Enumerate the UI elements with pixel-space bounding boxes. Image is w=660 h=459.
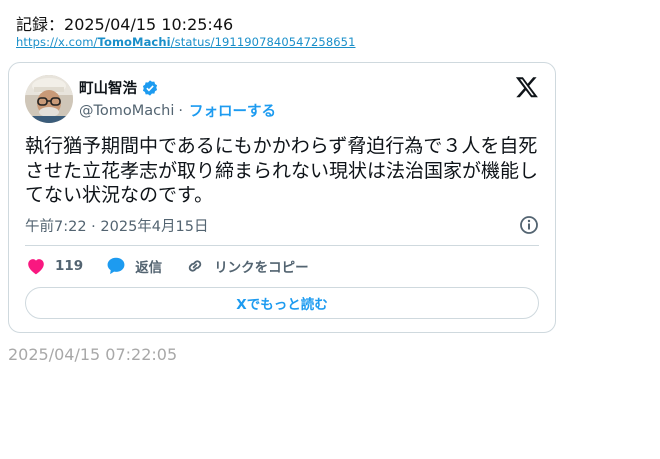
url-user: TomoMachi [97,35,171,49]
tweet-url-link[interactable]: https://x.com/TomoMachi/status/191190784… [16,35,356,49]
reply-bubble-icon [107,257,125,275]
x-logo-icon[interactable] [515,75,539,99]
tweet-card: 町山智浩 @TomoMachi · フォローする 執行猶予期間中であるにもかかわ… [8,62,556,333]
record-datetime: 2025/04/15 10:25:46 [64,15,234,34]
record-line: 記録：2025/04/15 10:25:46 [16,11,233,35]
avatar[interactable] [25,75,73,123]
handle-separator: · [178,102,183,119]
tweet-time: 午前7:22 [25,219,87,235]
copy-link-button[interactable]: リンクをコピー [184,255,309,277]
copy-link-label: リンクをコピー [214,260,309,276]
record-label: 記録： [16,15,65,34]
info-icon[interactable] [519,215,539,235]
read-more-button[interactable]: Xでもっと読む [25,287,539,319]
handle[interactable]: @TomoMachi [79,103,174,119]
url-suffix: /status/1911907840547258651 [170,35,356,49]
divider [25,245,539,246]
reply-label: 返信 [135,260,163,276]
follow-button[interactable]: フォローする [189,100,276,121]
tweet-text: 執行猶予期間中であるにもかかわらず脅迫行為で３人を自死させた立花孝志が取り締まら… [25,135,539,206]
display-name[interactable]: 町山智浩 [79,77,137,98]
meta-separator: · [91,219,96,235]
reply-button[interactable]: 返信 [105,255,162,277]
url-prefix: https://x.com/ [16,35,98,49]
link-icon [188,260,202,272]
author-name-row[interactable]: 町山智浩 [79,77,159,98]
like-count: 119 [55,258,84,274]
verified-badge-icon [142,79,158,96]
handle-row: @TomoMachi · フォローする [79,100,276,121]
tweet-date: 2025年4月15日 [100,219,209,235]
footer-timestamp: 2025/04/15 07:22:05 [8,345,178,364]
action-bar: 119 返信 リンクをコピー [25,255,331,277]
heart-icon [28,259,44,275]
like-button[interactable]: 119 [25,255,83,277]
tweet-meta[interactable]: 午前7:22 · 2025年4月15日 [25,215,208,236]
